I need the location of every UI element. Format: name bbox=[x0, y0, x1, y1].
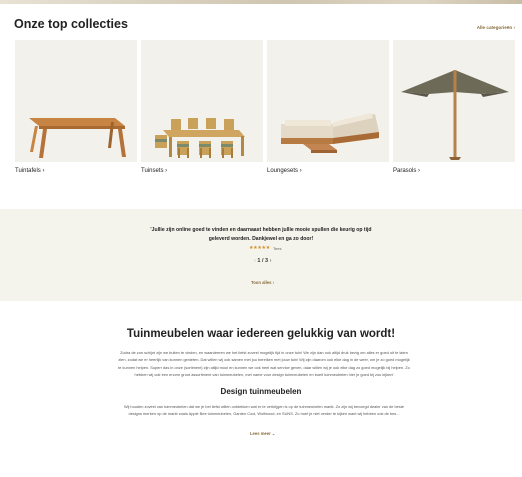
lounge-set-image bbox=[281, 113, 379, 153]
chevron-right-icon: › bbox=[299, 168, 302, 174]
chevron-right-icon: › bbox=[418, 168, 421, 174]
collection-card-image-loungesets[interactable] bbox=[267, 40, 389, 162]
garden-set-image bbox=[155, 118, 245, 158]
collection-link-tuinsets[interactable]: Tuinsets › bbox=[141, 168, 167, 174]
collection-card-image-tuintafels[interactable] bbox=[15, 40, 137, 162]
chevron-right-icon: › bbox=[165, 168, 168, 174]
all-categories-link[interactable]: Alle categorieën › bbox=[477, 25, 515, 30]
next-arrow-icon[interactable]: › bbox=[270, 258, 272, 264]
rating-stars-icon: ★★★★★ bbox=[249, 245, 270, 251]
parasol-image bbox=[401, 70, 509, 160]
testimonial-pager: ‹ 1 / 3 › bbox=[254, 258, 271, 264]
about-heading: Tuinmeubelen waar iedereen gelukkig van … bbox=[126, 328, 396, 340]
section-title: Onze top collecties bbox=[14, 17, 128, 31]
collection-card-image-parasols[interactable] bbox=[393, 40, 515, 162]
collection-link-loungesets[interactable]: Loungesets › bbox=[267, 168, 302, 174]
design-paragraph: Wij houden zoveel van tuinmeubelen dat w… bbox=[123, 404, 405, 417]
chevron-right-icon: › bbox=[513, 25, 515, 30]
testimonial-section bbox=[0, 209, 522, 301]
testimonial-quote: 'Jullie zijn online goed te vinden en da… bbox=[150, 227, 372, 242]
chevron-right-icon: › bbox=[272, 280, 274, 285]
reviewer-name: Tees bbox=[273, 246, 282, 251]
chevron-right-icon: › bbox=[42, 168, 45, 174]
pager-count: 1 / 3 bbox=[257, 258, 269, 264]
garden-table-image bbox=[29, 118, 126, 158]
hero-image-strip bbox=[0, 0, 522, 4]
prev-arrow-icon[interactable]: ‹ bbox=[254, 258, 256, 264]
show-all-reviews-link[interactable]: Toon alles › bbox=[251, 280, 274, 285]
chevron-down-icon: ⌄ bbox=[271, 431, 276, 436]
collection-link-parasols[interactable]: Parasols › bbox=[393, 168, 420, 174]
collection-link-tuintafels[interactable]: Tuintafels › bbox=[15, 168, 44, 174]
about-paragraph: Zodra de zon schijnt zijn we buiten te v… bbox=[118, 350, 410, 377]
design-subheading: Design tuinmeubelen bbox=[220, 387, 302, 396]
collection-card-image-tuinsets[interactable] bbox=[141, 40, 263, 162]
read-more-link[interactable]: Lees meer ⌄ bbox=[250, 431, 275, 436]
